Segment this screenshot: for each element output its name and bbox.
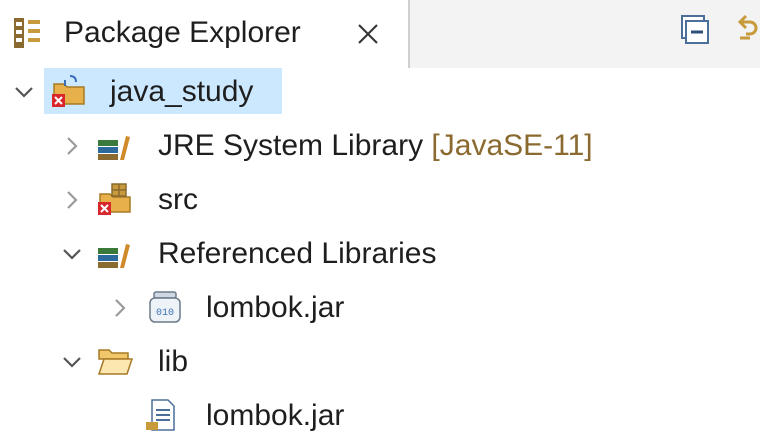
- tree-item-label: Referenced Libraries: [158, 237, 437, 270]
- file-icon: [146, 399, 175, 431]
- library-icon: [98, 136, 130, 160]
- tree-item-label: JRE System Library [JavaSE-11]: [158, 129, 593, 162]
- chevron-down-icon[interactable]: [60, 350, 84, 374]
- tree-item-label: java_study: [110, 75, 254, 108]
- source-folder-error-icon: [98, 183, 131, 215]
- package-explorer-view: Package Explorer java_study JRE System L…: [0, 0, 760, 432]
- tree-item-referenced-jar[interactable]: 010 lombok.jar: [0, 284, 760, 332]
- jar-file-icon: 010: [149, 291, 181, 323]
- chevron-down-icon[interactable]: [12, 80, 36, 104]
- open-folder-icon: [97, 349, 134, 375]
- package-explorer-icon: [14, 18, 40, 48]
- tab-title: Package Explorer: [64, 16, 301, 49]
- collapse-all-icon[interactable]: [676, 12, 712, 48]
- tree-item-referenced-libraries[interactable]: Referenced Libraries: [0, 230, 760, 278]
- chevron-right-icon[interactable]: [60, 188, 84, 212]
- tab-package-explorer[interactable]: Package Explorer: [0, 0, 408, 68]
- tree-item-label: lombok.jar: [206, 291, 345, 324]
- view-tab-bar: Package Explorer: [0, 0, 760, 68]
- tree-item-jre-library[interactable]: JRE System Library [JavaSE-11]: [0, 122, 760, 170]
- jre-version-decoration: [JavaSE-11]: [431, 129, 593, 162]
- java-project-error-icon: [52, 75, 85, 107]
- tree-item-label: lombok.jar: [206, 399, 345, 432]
- tree-item-label: src: [158, 183, 198, 216]
- chevron-down-icon[interactable]: [60, 242, 84, 266]
- svg-text:010: 010: [156, 308, 174, 319]
- tree-item-lib-jar[interactable]: lombok.jar: [0, 392, 760, 440]
- close-icon[interactable]: [354, 20, 382, 48]
- tree-item-src[interactable]: src: [0, 176, 760, 224]
- library-icon: [98, 244, 130, 268]
- chevron-right-icon[interactable]: [60, 134, 84, 158]
- chevron-right-icon[interactable]: [108, 296, 132, 320]
- link-with-editor-icon[interactable]: [732, 12, 760, 48]
- tree-item-project[interactable]: java_study: [0, 68, 760, 116]
- tree-item-lib-folder[interactable]: lib: [0, 338, 760, 386]
- tree-item-label: lib: [158, 345, 189, 378]
